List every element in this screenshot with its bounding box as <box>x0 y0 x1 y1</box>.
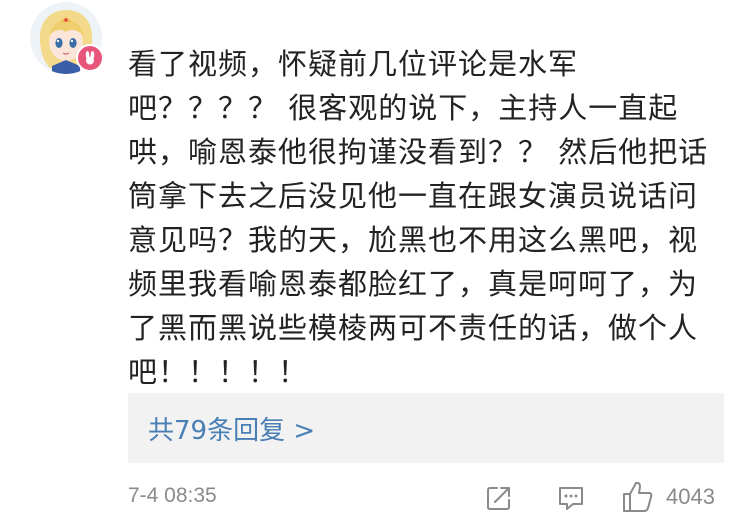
comment-icon[interactable] <box>556 483 586 513</box>
comment-line: 吧？？？？ 很客观的说下，主持人一直起 <box>128 91 679 125</box>
thumbs-up-icon[interactable] <box>620 479 656 515</box>
comment-line: 吧！！！！！ <box>128 355 309 389</box>
share-icon[interactable] <box>485 484 513 512</box>
comment-line: 了黑而黑说些模棱两可不责任的话，做个人 <box>128 311 699 345</box>
bunny-badge-icon <box>76 44 104 72</box>
comment-line: 意见吗？我的天，尬黑也不用这么黑吧，视 <box>128 223 699 257</box>
timestamp: 7-4 08:35 <box>128 484 217 507</box>
comment-line: 频里我看喻恩泰都脸红了，真是呵呵了，为 <box>128 267 699 301</box>
comment-line: 看了视频，怀疑前几位评论是水军 <box>128 47 579 81</box>
comment-footer: 7-4 08:35 4043 <box>128 478 724 518</box>
view-replies-link[interactable]: 共79条回复 > <box>148 410 315 447</box>
like-count: 4043 <box>666 484 715 509</box>
comment-line: 哄，喻恩泰他很拘谨没看到？？ 然后他把话 <box>128 135 709 169</box>
avatar-container[interactable] <box>30 2 104 74</box>
comment-line: 筒拿下去之后没见他一直在跟女演员说话问 <box>128 179 699 213</box>
comment-body: 看了视频，怀疑前几位评论是水军 吧？？？？ 很客观的说下，主持人一直起 哄，喻恩… <box>128 42 724 394</box>
replies-panel[interactable]: 共79条回复 > <box>128 393 724 463</box>
